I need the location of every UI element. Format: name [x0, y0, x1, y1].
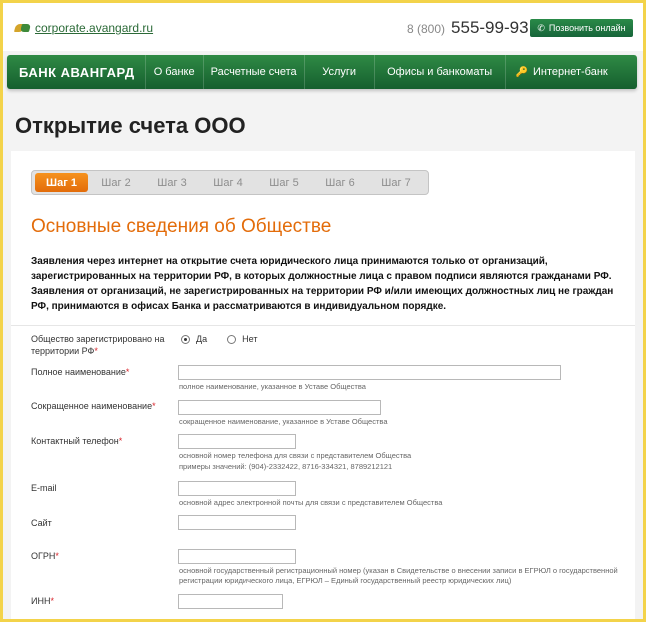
ogrn-input[interactable]: [178, 549, 296, 564]
nav-item-services[interactable]: Услуги: [303, 55, 374, 89]
nav-item-internet-bank[interactable]: 🔑 Интернет-банк: [504, 55, 618, 89]
email-label: E-mail: [31, 483, 57, 493]
site-label: Сайт: [31, 518, 52, 528]
email-hint: основной адрес электронной почты для свя…: [179, 498, 443, 507]
phone-label-text: Контактный телефон: [31, 436, 119, 446]
registered-rf-yes-label[interactable]: Да: [196, 334, 207, 344]
bank-brand[interactable]: БАНК АВАНГАРД: [7, 55, 145, 89]
step-tab-2[interactable]: Шаг 2: [88, 173, 144, 192]
page-title: Открытие счета ООО: [15, 113, 246, 138]
step-tab-1[interactable]: Шаг 1: [35, 173, 88, 192]
nav-item-about[interactable]: О банке: [144, 55, 203, 89]
call-online-button[interactable]: ✆ Позвонить онлайн: [530, 19, 633, 37]
ogrn-hint-line2: регистрации юридического лица, ЕГРЮЛ – Е…: [179, 576, 512, 585]
registered-rf-yes-radio[interactable]: [181, 334, 190, 344]
call-online-label: Позвонить онлайн: [548, 23, 626, 33]
registered-rf-label-line1: Общество зарегистрировано на: [31, 334, 165, 344]
registered-rf-label: Общество зарегистрировано на территории …: [31, 333, 165, 357]
required-mark: *: [125, 367, 130, 377]
short-name-hint: сокращенное наименование, указанное в Ус…: [179, 417, 388, 426]
phone-number: 555-99-93: [451, 18, 529, 37]
corporate-site-link-text[interactable]: corporate.avangard.ru: [35, 21, 153, 35]
step-tab-6[interactable]: Шаг 6: [312, 173, 368, 192]
inn-label-text: ИНН: [31, 596, 51, 606]
phone-code: 8 (800): [407, 22, 446, 36]
short-name-label: Сокращенное наименование*: [31, 400, 156, 412]
full-name-label: Полное наименование*: [31, 366, 129, 378]
phone-label: Контактный телефон*: [31, 435, 122, 447]
corporate-site-link[interactable]: corporate.avangard.ru: [15, 21, 153, 35]
phone-block: 8 (800) 555-99-93: [407, 18, 529, 38]
ogrn-label-text: ОГРН: [31, 551, 56, 561]
step-tab-5[interactable]: Шаг 5: [256, 173, 312, 192]
short-name-input[interactable]: [178, 400, 381, 415]
divider: [11, 325, 635, 326]
phone-input[interactable]: [178, 434, 296, 449]
phone-hint: основной номер телефона для связи с пред…: [179, 451, 412, 460]
full-name-label-text: Полное наименование: [31, 367, 126, 377]
registered-rf-radio-group: Да Нет: [181, 334, 277, 344]
notice-text: Заявления через интернет на открытие сче…: [31, 256, 614, 312]
step-tabs: Шаг 1 Шаг 2 Шаг 3 Шаг 4 Шаг 5 Шаг 6 Шаг …: [31, 170, 429, 195]
phone-icon: ✆: [537, 22, 545, 33]
top-bar: corporate.avangard.ru 8 (800) 555-99-93 …: [3, 3, 643, 51]
required-mark: *: [118, 436, 123, 446]
main-nav: БАНК АВАНГАРД О банке Расчетные счета Ус…: [7, 55, 637, 89]
phone-hint-examples: примеры значений: (904)-2332422, 8716-33…: [179, 462, 393, 471]
registered-rf-no-radio[interactable]: [227, 334, 237, 344]
ogrn-hint: основной государственный регистрационный…: [179, 566, 618, 575]
required-mark: *: [55, 551, 59, 561]
required-mark: *: [50, 596, 54, 606]
key-icon: 🔑: [515, 66, 528, 78]
short-name-label-text: Сокращенное наименование: [31, 401, 153, 411]
browser-frame: corporate.avangard.ru 8 (800) 555-99-93 …: [3, 3, 643, 619]
nav-item-offices[interactable]: Офисы и банкоматы: [373, 55, 505, 89]
full-name-hint: полное наименование, указанное в Уставе …: [179, 382, 366, 391]
inn-label: ИНН*: [31, 595, 54, 607]
inn-input[interactable]: [178, 594, 283, 609]
email-input[interactable]: [178, 481, 296, 496]
required-mark: *: [152, 401, 156, 411]
handshake-logo-icon: [15, 23, 31, 33]
form-content: Шаг 1 Шаг 2 Шаг 3 Шаг 4 Шаг 5 Шаг 6 Шаг …: [11, 151, 635, 619]
section-title: Основные сведения об Обществе: [31, 216, 332, 237]
nav-item-internet-bank-label: Интернет-банк: [533, 66, 608, 78]
site-input[interactable]: [178, 515, 296, 530]
nav-item-accounts[interactable]: Расчетные счета: [202, 55, 304, 89]
ogrn-label: ОГРН*: [31, 550, 59, 562]
registered-rf-no-label[interactable]: Нет: [242, 334, 257, 344]
full-name-input[interactable]: [178, 365, 561, 380]
required-mark: *: [94, 346, 98, 356]
step-tab-4[interactable]: Шаг 4: [200, 173, 256, 192]
step-tab-3[interactable]: Шаг 3: [144, 173, 200, 192]
registered-rf-label-line2: территории РФ: [31, 346, 95, 356]
step-tab-7[interactable]: Шаг 7: [368, 173, 424, 192]
